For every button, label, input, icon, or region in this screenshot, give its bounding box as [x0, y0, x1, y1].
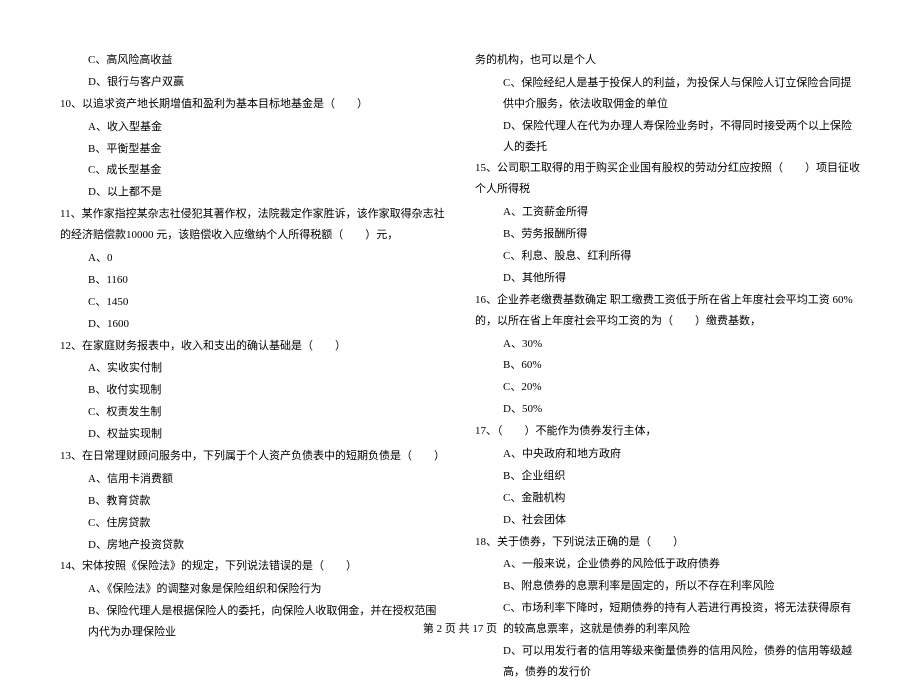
q15-option-b: B、劳务报酬所得 — [475, 224, 860, 245]
q12-option-b: B、收付实现制 — [60, 380, 445, 401]
left-column: C、高风险高收益 D、银行与客户双赢 10、以追求资产地长期增值和盈利为基本目标… — [60, 50, 445, 620]
q16-option-d: D、50% — [475, 399, 860, 420]
q14-option-b-part2: 务的机构，也可以是个人 — [475, 50, 860, 71]
q11-option-b: B、1160 — [60, 270, 445, 291]
q16: 16、企业养老缴费基数确定 职工缴费工资低于所在省上年度社会平均工资 60%的，… — [475, 290, 860, 332]
q17: 17、（ ）不能作为债券发行主体， — [475, 421, 860, 442]
q17-option-c: C、金融机构 — [475, 488, 860, 509]
q15-option-a: A、工资薪金所得 — [475, 202, 860, 223]
q16-option-b: B、60% — [475, 355, 860, 376]
q17-option-a: A、中央政府和地方政府 — [475, 444, 860, 465]
q15-option-d: D、其他所得 — [475, 268, 860, 289]
q10-option-c: C、成长型基金 — [60, 160, 445, 181]
q13-option-c: C、住房贷款 — [60, 513, 445, 534]
q18-option-b: B、附息债券的息票利率是固定的，所以不存在利率风险 — [475, 576, 860, 597]
q16-option-c: C、20% — [475, 377, 860, 398]
q11-option-d: D、1600 — [60, 314, 445, 335]
q12: 12、在家庭财务报表中，收入和支出的确认基础是（ ） — [60, 336, 445, 357]
q18: 18、关于债券，下列说法正确的是（ ） — [475, 532, 860, 553]
q13-option-a: A、信用卡消费额 — [60, 469, 445, 490]
q13-option-b: B、教育贷款 — [60, 491, 445, 512]
q14-option-d: D、保险代理人在代为办理人寿保险业务时，不得同时接受两个以上保险人的委托 — [475, 116, 860, 158]
q15-option-c: C、利息、股息、红利所得 — [475, 246, 860, 267]
q10-option-d: D、以上都不是 — [60, 182, 445, 203]
q17-option-b: B、企业组织 — [475, 466, 860, 487]
q17-option-d: D、社会团体 — [475, 510, 860, 531]
q15: 15、公司职工取得的用于购买企业国有股权的劳动分红应按照（ ）项目征收个人所得税 — [475, 158, 860, 200]
q13-option-d: D、房地产投资贷款 — [60, 535, 445, 556]
q16-option-a: A、30% — [475, 334, 860, 355]
q12-option-c: C、权责发生制 — [60, 402, 445, 423]
q18-option-d: D、可以用发行者的信用等级来衡量债券的信用风险，债券的信用等级越高，债券的发行价 — [475, 641, 860, 683]
q14-option-c: C、保险经纪人是基于投保人的利益，为投保人与保险人订立保险合同提供中介服务，依法… — [475, 73, 860, 115]
q9-option-d: D、银行与客户双赢 — [60, 72, 445, 93]
q11: 11、某作家指控某杂志社侵犯其著作权，法院裁定作家胜诉，该作家取得杂志社的经济赔… — [60, 204, 445, 246]
q11-option-a: A、0 — [60, 248, 445, 269]
q10: 10、以追求资产地长期增值和盈利为基本目标地基金是（ ） — [60, 94, 445, 115]
q14-option-a: A、《保险法》的调整对象是保险组织和保险行为 — [60, 579, 445, 600]
page-footer: 第 2 页 共 17 页 — [0, 619, 920, 640]
q12-option-a: A、实收实付制 — [60, 358, 445, 379]
q9-option-c: C、高风险高收益 — [60, 50, 445, 71]
q14: 14、宋体按照《保险法》的规定，下列说法错误的是（ ） — [60, 556, 445, 577]
q10-option-a: A、收入型基金 — [60, 117, 445, 138]
right-column: 务的机构，也可以是个人 C、保险经纪人是基于投保人的利益，为投保人与保险人订立保… — [475, 50, 860, 620]
q11-option-c: C、1450 — [60, 292, 445, 313]
q18-option-a: A、一般来说，企业债券的风险低于政府债券 — [475, 554, 860, 575]
q13: 13、在日常理财顾问服务中，下列属于个人资产负债表中的短期负债是（ ） — [60, 446, 445, 467]
q10-option-b: B、平衡型基金 — [60, 139, 445, 160]
q12-option-d: D、权益实现制 — [60, 424, 445, 445]
